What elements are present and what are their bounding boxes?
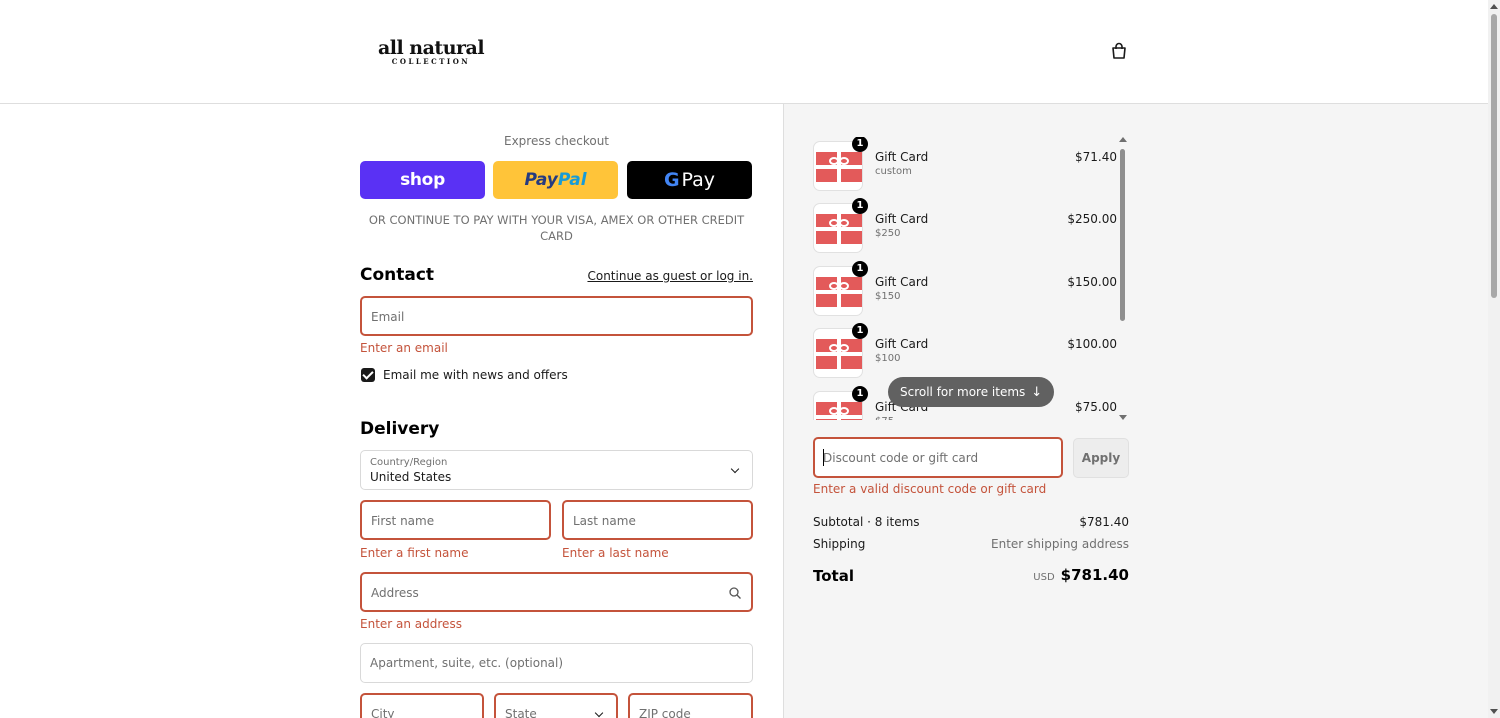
express-checkout-title: Express checkout bbox=[503, 134, 610, 148]
currency-code: USD bbox=[1033, 572, 1055, 583]
scroll-up-arrow-icon[interactable] bbox=[1490, 4, 1498, 9]
item-price: $71.40 bbox=[1075, 150, 1117, 164]
delivery-heading: Delivery bbox=[360, 419, 440, 439]
shop-pay-button[interactable]: shop bbox=[360, 161, 485, 199]
scroll-down-arrow-icon[interactable] bbox=[1119, 415, 1127, 420]
apply-button[interactable]: Apply bbox=[1073, 438, 1129, 478]
logo-main-text: all natural bbox=[377, 37, 485, 59]
apartment-field[interactable]: Apartment, suite, etc. (optional) bbox=[360, 643, 753, 683]
item-variant: $250 bbox=[875, 228, 901, 239]
shipping-value: Enter shipping address bbox=[991, 537, 1129, 551]
zip-field[interactable]: ZIP code bbox=[628, 693, 753, 718]
newsletter-label: Email me with news and offers bbox=[383, 368, 568, 382]
page-scroll-thumb[interactable] bbox=[1491, 14, 1497, 298]
store-logo[interactable]: all natural COLLECTION bbox=[372, 38, 490, 66]
last-name-field[interactable]: Last name bbox=[562, 500, 753, 540]
quantity-badge: 1 bbox=[852, 386, 868, 402]
gift-icon bbox=[816, 402, 862, 420]
email-error: Enter an email bbox=[360, 341, 448, 355]
email-placeholder: Email bbox=[371, 310, 405, 324]
shipping-label: Shipping bbox=[813, 537, 866, 551]
item-name: Gift Card bbox=[875, 337, 929, 351]
discount-placeholder: Discount code or gift card bbox=[823, 451, 979, 465]
site-header: all natural COLLECTION bbox=[0, 0, 1488, 104]
logo-sub-text: COLLECTION bbox=[391, 57, 471, 66]
guest-login-link[interactable]: Continue as guest or log in. bbox=[560, 269, 753, 283]
list-item: 1 Gift Card $100 $100.00 bbox=[813, 323, 1117, 378]
item-variant: $75 bbox=[875, 416, 894, 420]
newsletter-checkbox[interactable] bbox=[361, 368, 375, 382]
quantity-badge: 1 bbox=[852, 137, 868, 152]
subtotal-label: Subtotal · 8 items bbox=[813, 515, 920, 529]
country-label: Country/Region bbox=[370, 457, 448, 468]
scroll-for-more-button[interactable]: Scroll for more items ↓ bbox=[888, 377, 1055, 407]
discount-error: Enter a valid discount code or gift card bbox=[813, 482, 1047, 496]
list-item: 1 Gift Card $150 $150.00 bbox=[813, 261, 1117, 316]
address-placeholder: Address bbox=[371, 586, 419, 600]
apartment-placeholder: Apartment, suite, etc. (optional) bbox=[370, 656, 564, 670]
paypal-logo: PayPal bbox=[524, 170, 587, 190]
item-variant: $100 bbox=[875, 353, 901, 364]
item-variant: $150 bbox=[875, 291, 901, 302]
item-name: Gift Card bbox=[875, 212, 929, 226]
item-name: Gift Card bbox=[875, 275, 929, 289]
last-name-placeholder: Last name bbox=[573, 514, 636, 528]
email-field[interactable]: Email bbox=[360, 296, 753, 336]
quantity-badge: 1 bbox=[852, 323, 868, 339]
scroll-for-more-label: Scroll for more items bbox=[900, 385, 1026, 399]
item-price: $100.00 bbox=[1067, 337, 1117, 351]
last-name-error: Enter a last name bbox=[562, 546, 669, 560]
gift-icon bbox=[816, 214, 862, 244]
text-cursor bbox=[823, 449, 824, 466]
total-value: $781.40 bbox=[1060, 566, 1129, 584]
items-scrollbar[interactable] bbox=[1119, 137, 1127, 420]
gift-icon bbox=[816, 339, 862, 369]
gift-icon bbox=[816, 277, 862, 307]
scroll-up-arrow-icon[interactable] bbox=[1119, 137, 1127, 142]
first-name-placeholder: First name bbox=[371, 514, 435, 528]
chevron-down-icon bbox=[594, 708, 604, 718]
first-name-error: Enter a first name bbox=[360, 546, 469, 560]
chevron-down-icon bbox=[730, 464, 740, 474]
discount-code-field[interactable]: Discount code or gift card bbox=[813, 437, 1063, 478]
total-label: Total bbox=[813, 567, 854, 585]
list-item: 1 Gift Card custom $71.40 bbox=[813, 137, 1117, 191]
zip-placeholder: ZIP code bbox=[639, 707, 691, 718]
or-continue-text: OR CONTINUE TO PAY WITH YOUR VISA, AMEX … bbox=[368, 213, 745, 243]
quantity-badge: 1 bbox=[852, 198, 868, 214]
item-variant: custom bbox=[875, 166, 912, 177]
quantity-badge: 1 bbox=[852, 261, 868, 277]
arrow-down-icon: ↓ bbox=[1031, 384, 1043, 400]
gift-icon bbox=[816, 152, 862, 182]
first-name-field[interactable]: First name bbox=[360, 500, 551, 540]
paypal-button[interactable]: PayPal bbox=[493, 161, 618, 199]
address-error: Enter an address bbox=[360, 617, 462, 631]
google-pay-label: Pay bbox=[681, 169, 716, 191]
city-placeholder: City bbox=[371, 707, 395, 718]
item-price: $250.00 bbox=[1067, 212, 1117, 226]
total-amount: USD $781.40 bbox=[1033, 566, 1129, 584]
scroll-down-arrow-icon[interactable] bbox=[1490, 709, 1498, 714]
country-select[interactable]: Country/Region United States bbox=[360, 450, 753, 490]
contact-heading: Contact bbox=[360, 265, 435, 285]
list-item: 1 Gift Card $250 $250.00 bbox=[813, 198, 1117, 253]
item-price: $150.00 bbox=[1067, 275, 1117, 289]
item-name: Gift Card bbox=[875, 150, 929, 164]
shop-pay-label: shop bbox=[400, 170, 445, 190]
item-price: $75.00 bbox=[1075, 400, 1117, 414]
address-field[interactable]: Address bbox=[360, 572, 753, 612]
google-pay-button[interactable]: G Pay bbox=[627, 161, 752, 199]
shopping-bag-icon[interactable] bbox=[1110, 42, 1128, 60]
city-field[interactable]: City bbox=[360, 693, 484, 718]
country-value: United States bbox=[370, 470, 452, 484]
state-select[interactable]: State bbox=[494, 693, 618, 718]
search-icon bbox=[729, 587, 741, 599]
items-scroll-thumb[interactable] bbox=[1120, 149, 1125, 321]
google-g-icon: G bbox=[663, 169, 680, 191]
subtotal-value: $781.40 bbox=[1079, 515, 1129, 529]
page-scrollbar[interactable] bbox=[1488, 0, 1500, 718]
state-placeholder: State bbox=[505, 707, 537, 718]
